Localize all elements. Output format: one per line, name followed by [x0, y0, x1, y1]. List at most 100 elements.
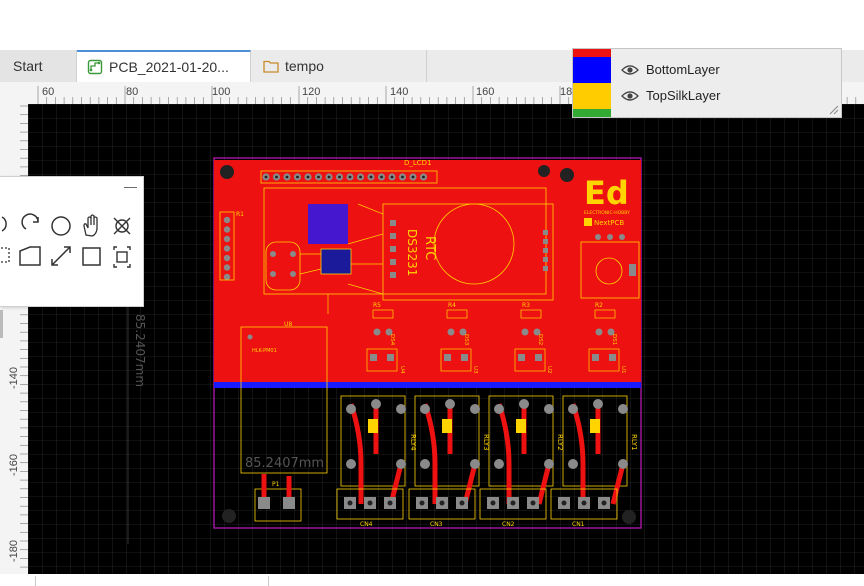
layer-color-swatch[interactable]	[573, 57, 611, 83]
power-module-pad	[247, 334, 253, 340]
pad	[223, 245, 231, 252]
pad	[543, 239, 548, 244]
drill-hole	[338, 175, 341, 179]
pad	[223, 254, 231, 262]
silk-label-relay3: RLY3	[482, 434, 490, 451]
layer-row-bottom[interactable]: BottomLayer	[573, 57, 841, 83]
layer-row-topsilk[interactable]: TopSilkLayer	[573, 83, 841, 109]
silk-label-r4: R4	[448, 302, 456, 309]
relay-pad	[470, 404, 480, 414]
button-pad	[595, 234, 601, 240]
drill-hole	[369, 175, 373, 179]
mcu-blue-traces	[308, 204, 348, 244]
ruler-label: 140	[390, 86, 408, 98]
drill-hole	[348, 175, 352, 179]
relay-pad	[420, 459, 430, 469]
pad	[223, 235, 231, 243]
layer-name: BottomLayer	[646, 62, 720, 77]
hand-pan-icon[interactable]	[83, 214, 98, 237]
rotate-icon[interactable]	[21, 213, 39, 230]
drill-hole	[411, 175, 415, 179]
opto-pad	[535, 354, 542, 361]
drill-hole	[380, 175, 383, 179]
layer-color-swatch[interactable]	[573, 83, 611, 109]
opto-pad	[609, 354, 616, 361]
dimension-label: 85.2407mm	[245, 456, 324, 471]
ruler-label: -160	[8, 454, 20, 476]
opto-pad	[461, 354, 468, 361]
pad	[390, 246, 396, 252]
mounting-hole	[220, 165, 234, 179]
board-copper-top	[214, 160, 641, 384]
cross-select-icon[interactable]	[113, 217, 131, 235]
relay-pad	[618, 459, 628, 469]
drill-hole	[459, 500, 465, 506]
eye-icon[interactable]	[621, 64, 639, 76]
mounting-hole	[222, 509, 236, 523]
silk-label-ds2: DS2	[537, 334, 543, 345]
pad	[543, 257, 548, 262]
relay-pad	[396, 404, 406, 414]
silk-label-ds1: DS1	[611, 334, 617, 345]
dimension-icon[interactable]	[51, 246, 71, 266]
silk-label-u4: U4	[399, 366, 405, 374]
silk-label-cn4: CN4	[360, 521, 373, 528]
pad	[543, 230, 548, 235]
crystal-pad	[290, 251, 296, 257]
drill-hole	[347, 500, 353, 506]
folder-icon	[263, 60, 279, 73]
opto-pad	[387, 354, 394, 361]
status-bar	[0, 574, 864, 586]
silk-label-relay4: RLY4	[409, 434, 417, 451]
silk-label-cn2: CN2	[502, 521, 515, 528]
resize-grip-icon[interactable]	[827, 103, 839, 115]
pad	[223, 273, 231, 281]
eye-icon[interactable]	[621, 90, 639, 102]
circle-icon[interactable]	[51, 216, 71, 236]
led-pad	[521, 328, 529, 336]
drill-hole	[401, 175, 404, 179]
silk-label-u2: U2	[546, 366, 552, 374]
dimension-label-vertical: 85.2407mm	[133, 314, 147, 387]
button-pad	[607, 234, 613, 240]
drill-hole	[510, 500, 516, 506]
opto-pad	[444, 354, 451, 361]
fit-view-icon[interactable]	[113, 246, 131, 268]
box-select-icon[interactable]	[0, 247, 10, 263]
mounting-hole	[560, 168, 574, 182]
layer-row-partial	[573, 109, 611, 117]
drill-hole	[367, 500, 373, 506]
drill-hole	[275, 175, 278, 179]
brand-nextpcb: NextPCB	[594, 219, 624, 227]
rectangle-icon[interactable]	[82, 247, 101, 266]
silk-label-cn1: CN1	[572, 521, 585, 528]
tab-start[interactable]: Start	[0, 50, 77, 82]
silk-label-u3: U3	[472, 366, 478, 374]
arc-icon[interactable]	[1, 216, 7, 232]
mcu-chip	[320, 248, 352, 275]
relay-pad	[346, 459, 356, 469]
relay-pad	[396, 459, 406, 469]
relay-coil	[442, 419, 452, 433]
relay-coil	[590, 419, 600, 433]
ruler-label: -180	[8, 540, 20, 562]
silk-label-lcd: D_LCD1	[404, 159, 432, 167]
opto-pad	[518, 354, 525, 361]
pcb-document-icon	[87, 59, 103, 75]
drill-hole	[359, 175, 362, 179]
relay-pad	[544, 459, 554, 469]
polygon-icon[interactable]	[19, 246, 41, 266]
layer-name: TopSilkLayer	[646, 88, 721, 103]
tab-tempo-folder[interactable]: tempo	[251, 50, 427, 82]
silk-label-ds3231: DS3231	[405, 229, 419, 276]
layer-row-partial	[573, 49, 611, 57]
pcb-canvas[interactable]: D_LCD1 RTC DS3231 Ed ELECTRONIC-HOBBY Ne…	[28, 104, 864, 574]
ruler-label: 80	[126, 86, 138, 98]
silk-label-u1: U1	[620, 366, 626, 374]
drill-hole	[601, 500, 607, 506]
silk-label-rtc: RTC	[422, 236, 437, 260]
silk-label-cn3: CN3	[430, 521, 443, 528]
pad	[223, 216, 231, 224]
pad	[543, 266, 548, 271]
tab-pcb-document[interactable]: PCB_2021-01-20...	[77, 50, 251, 82]
